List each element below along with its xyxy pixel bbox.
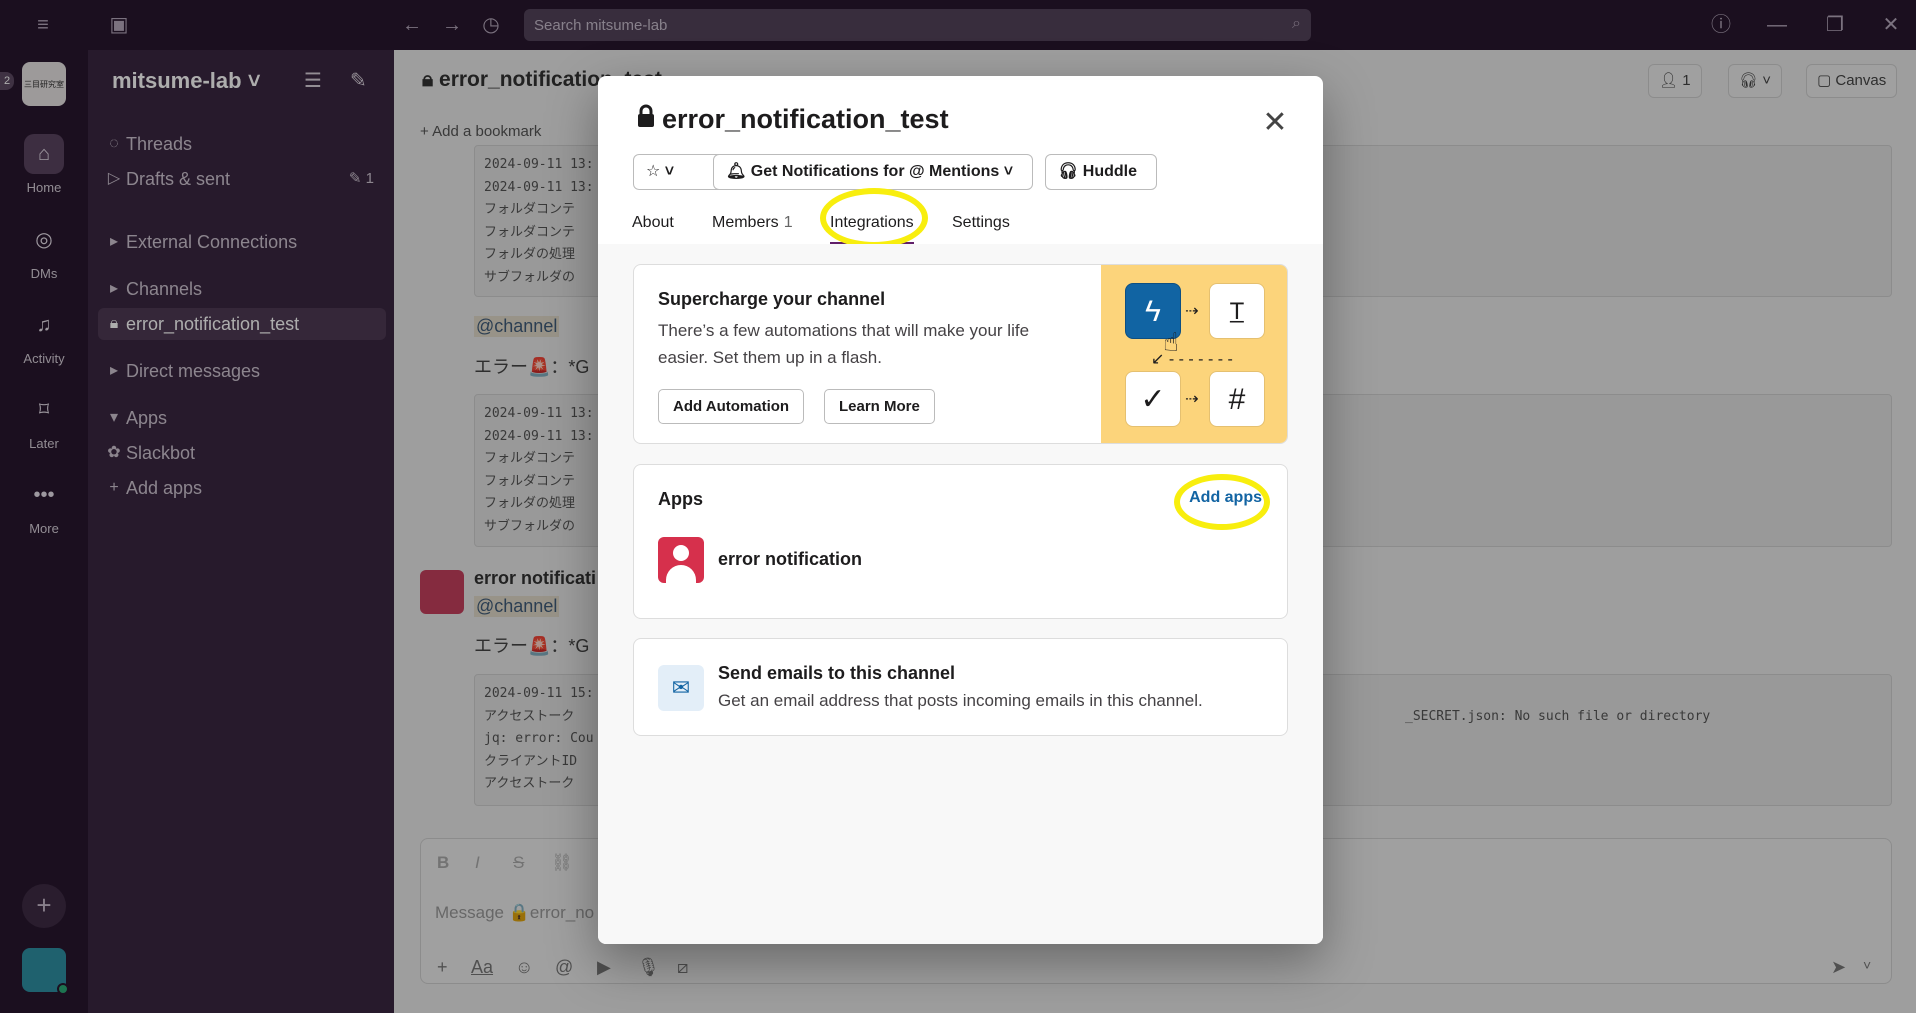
dialog-tabs: About Members 1 Integrations Settings [598, 208, 1323, 245]
apps-title: Apps [658, 489, 703, 509]
person-icon [673, 545, 689, 561]
email-icon: ✉ [658, 665, 704, 711]
bell-icon: 🔔︎ [726, 163, 747, 180]
star-icon: ☆ [646, 163, 661, 180]
integrations-highlight [820, 188, 928, 248]
email-card[interactable]: ✉ Send emails to this channel Get an ema… [633, 638, 1288, 736]
huddle-button[interactable]: 🎧︎ Huddle [1045, 154, 1157, 190]
close-icon: ✕ [1262, 106, 1288, 139]
headphones-icon: 🎧︎ [1058, 163, 1079, 180]
arrow-icon: ⇢ [1185, 391, 1199, 408]
tab-about[interactable]: About [632, 214, 674, 245]
huddle-label: Huddle [1082, 163, 1137, 180]
text-box-icon: T̲ [1209, 283, 1265, 339]
supercharge-title: Supercharge your channel [658, 289, 886, 309]
supercharge-card: Supercharge your channel There’s a few a… [633, 264, 1288, 444]
add-apps-highlight [1174, 474, 1270, 530]
add-automation-button[interactable]: Add Automation [658, 389, 805, 424]
supercharge-description: There’s a few automations that will make… [658, 317, 1029, 371]
chevron-down-icon: ˅ [664, 163, 675, 180]
tab-label: About [632, 214, 674, 231]
arrow-icon: ⇢ [1185, 303, 1199, 320]
hand-cursor-icon: ☝︎ [1163, 327, 1179, 357]
supercharge-line: There’s a few automations that will make… [658, 321, 1030, 340]
app-avatar[interactable] [658, 537, 704, 583]
email-description: Get an email address that posts incoming… [718, 691, 1203, 710]
person-body-icon [666, 565, 696, 583]
tab-members[interactable]: Members 1 [712, 214, 793, 245]
close-dialog-button[interactable]: ✕ [1257, 106, 1293, 142]
channel-details-dialog: error_notification_test ✕ ☆ ˅ 🔔︎ Get Not… [598, 76, 1323, 944]
automation-illustration: ϟ ⇢ T̲ ↙ - - - - - - - ✓ ⇢ # ☝︎ [1101, 265, 1287, 443]
app-name[interactable]: error notification [718, 549, 862, 570]
lock-icon [636, 104, 658, 135]
tab-label: Members [712, 214, 779, 231]
integrations-panel: Supercharge your channel There’s a few a… [598, 244, 1323, 944]
tab-settings[interactable]: Settings [952, 214, 1010, 245]
dialog-title: error_notification_test [636, 104, 949, 135]
tab-count: 1 [783, 214, 793, 231]
check-circle-icon: ✓ [1125, 371, 1181, 427]
supercharge-line: easier. Set them up in a flash. [658, 348, 882, 367]
learn-more-button[interactable]: Learn More [824, 389, 935, 424]
hash-icon: # [1209, 371, 1265, 427]
chevron-down-icon: ˅ [1003, 163, 1014, 180]
tab-label: Settings [952, 214, 1010, 231]
dialog-title-text: error_notification_test [662, 104, 949, 134]
notifications-label: Get Notifications for @ Mentions [750, 163, 1000, 180]
notifications-button[interactable]: 🔔︎ Get Notifications for @ Mentions ˅ [713, 154, 1033, 190]
email-title: Send emails to this channel [718, 663, 956, 683]
